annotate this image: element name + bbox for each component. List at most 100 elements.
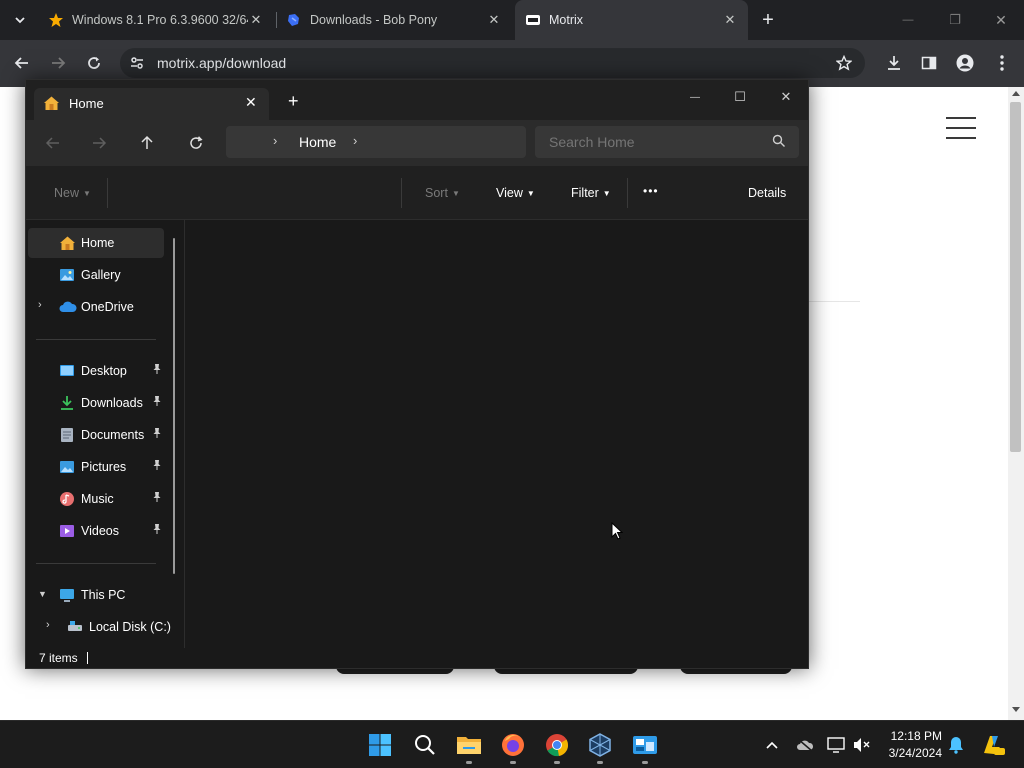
close-icon[interactable]: ✕	[722, 12, 738, 28]
restore-button[interactable]: ❐	[940, 5, 970, 35]
more-options-button[interactable]: •••	[643, 184, 659, 198]
search-box[interactable]	[535, 126, 799, 158]
downloads-button[interactable]	[879, 48, 909, 78]
pin-icon[interactable]	[152, 364, 162, 377]
back-button[interactable]	[7, 48, 37, 78]
hamburger-menu-icon[interactable]	[946, 127, 976, 129]
close-icon[interactable]: ✕	[245, 94, 257, 111]
chrome-icon	[546, 734, 569, 757]
hamburger-menu-icon[interactable]	[946, 117, 976, 119]
breadcrumb[interactable]: › Home ›	[226, 126, 526, 158]
copilot-button[interactable]	[979, 735, 1007, 755]
bookmark-button[interactable]	[829, 48, 859, 78]
clock-date[interactable]: 3/24/2024	[884, 746, 942, 760]
explorer-minimize-button[interactable]: —	[672, 84, 718, 110]
back-button[interactable]	[38, 129, 68, 157]
hamburger-menu-icon[interactable]	[946, 137, 976, 139]
file-explorer-taskbar-button[interactable]	[453, 729, 485, 761]
chrome-taskbar-button[interactable]	[541, 729, 573, 761]
profile-button[interactable]	[950, 48, 980, 78]
chevron-down-icon: ▼	[451, 188, 460, 198]
tune-icon	[131, 57, 143, 69]
chevron-right-icon[interactable]: ›	[273, 133, 277, 148]
explorer-close-button[interactable]: ✕	[763, 84, 809, 110]
chevron-right-icon[interactable]: ›	[353, 133, 357, 148]
filter-button[interactable]: Filter ▼	[571, 186, 611, 200]
display-tray-icon[interactable]	[826, 735, 846, 755]
chrome-tab-2[interactable]: Downloads - Bob Pony ✕	[276, 6, 512, 34]
chevron-right-icon[interactable]: ›	[38, 299, 42, 311]
scroll-up-icon[interactable]	[1012, 91, 1020, 96]
chevron-down-icon[interactable]: ▼	[38, 589, 47, 599]
reload-button[interactable]	[79, 48, 109, 78]
app-taskbar-button[interactable]	[629, 729, 661, 761]
sort-button[interactable]: Sort ▼	[425, 186, 460, 200]
view-button[interactable]: View ▼	[496, 186, 535, 200]
new-tab-button[interactable]: +	[753, 5, 783, 35]
forward-button[interactable]	[43, 48, 73, 78]
virtualbox-taskbar-button[interactable]	[584, 729, 616, 761]
chevron-right-icon[interactable]: ›	[46, 619, 50, 631]
new-tab-button[interactable]: +	[288, 91, 299, 112]
explorer-maximize-button[interactable]: ☐	[717, 84, 763, 110]
up-button[interactable]	[132, 129, 162, 157]
url-text[interactable]: motrix.app/download	[157, 55, 286, 71]
pin-icon[interactable]	[152, 396, 162, 409]
nav-item-music[interactable]: Music	[28, 484, 164, 514]
chrome-tab-3[interactable]: Motrix ✕	[515, 0, 748, 40]
nav-label: This PC	[81, 588, 126, 602]
nav-item-videos[interactable]: Videos	[28, 516, 164, 546]
close-window-button[interactable]: ✕	[986, 5, 1016, 35]
chrome-tab-1[interactable]: Windows 8.1 Pro 6.3.9600 32/64-bit ✕	[38, 6, 274, 34]
close-icon[interactable]: ✕	[486, 12, 502, 28]
chrome-menu-button[interactable]	[987, 48, 1017, 78]
motrix-icon	[525, 12, 541, 28]
nav-item-desktop[interactable]: Desktop	[28, 356, 164, 386]
pin-icon[interactable]	[152, 524, 162, 537]
tab-search-button[interactable]	[5, 5, 35, 35]
clock-time[interactable]: 12:18 PM	[884, 729, 942, 743]
side-panel-button[interactable]	[914, 48, 944, 78]
notifications-button[interactable]	[946, 735, 966, 755]
firefox-taskbar-button[interactable]	[497, 729, 529, 761]
minimize-button[interactable]: —	[893, 5, 923, 35]
nav-item-onedrive[interactable]: › OneDrive	[28, 292, 164, 322]
nav-label: Music	[81, 492, 114, 506]
computer-icon	[59, 587, 75, 603]
onedrive-tray-icon[interactable]	[795, 735, 815, 755]
pin-icon[interactable]	[152, 460, 162, 473]
taskbar: 12:18 PM 3/24/2024	[0, 720, 1024, 768]
nav-item-local-disk[interactable]: › Local Disk (C:)	[28, 612, 178, 642]
nav-item-gallery[interactable]: Gallery	[28, 260, 164, 290]
copilot-icon	[984, 736, 1005, 755]
details-button[interactable]: Details	[748, 186, 786, 200]
explorer-titlebar[interactable]: Home ✕ + — ☐ ✕	[26, 80, 808, 120]
pin-icon[interactable]	[152, 428, 162, 441]
breadcrumb-home[interactable]: Home	[299, 134, 336, 150]
file-list-area[interactable]	[185, 220, 808, 648]
search-button[interactable]	[409, 729, 441, 761]
nav-scrollbar[interactable]	[173, 238, 175, 574]
search-input[interactable]	[549, 134, 759, 150]
close-icon[interactable]: ✕	[248, 12, 264, 28]
pin-icon[interactable]	[152, 492, 162, 505]
search-icon	[772, 134, 786, 151]
forward-button[interactable]	[84, 129, 114, 157]
explorer-tab-home[interactable]: Home ✕	[34, 88, 269, 120]
nav-item-documents[interactable]: Documents	[28, 420, 164, 450]
scroll-down-icon[interactable]	[1012, 707, 1020, 712]
cmd-separator	[401, 178, 402, 208]
site-info-button[interactable]	[122, 48, 152, 78]
nav-item-pictures[interactable]: Pictures	[28, 452, 164, 482]
new-button[interactable]: New ▼	[54, 186, 91, 200]
tray-overflow-button[interactable]	[762, 735, 782, 755]
web-scrollbar-thumb[interactable]	[1010, 102, 1021, 452]
nav-item-this-pc[interactable]: ▼ This PC	[28, 580, 164, 610]
refresh-button[interactable]	[181, 129, 211, 157]
nav-item-home[interactable]: Home	[28, 228, 164, 258]
start-button[interactable]	[364, 729, 396, 761]
nav-label: OneDrive	[81, 300, 134, 314]
nav-item-downloads[interactable]: Downloads	[28, 388, 164, 418]
volume-tray-icon[interactable]	[852, 735, 872, 755]
arrow-right-icon	[52, 57, 66, 69]
